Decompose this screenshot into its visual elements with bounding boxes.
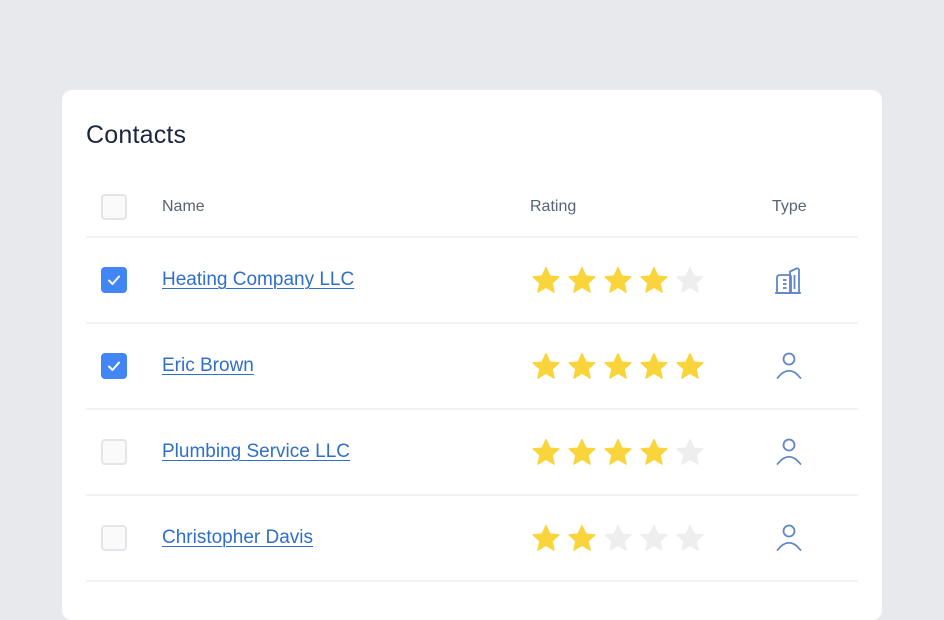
- contact-name-link[interactable]: Christopher Davis: [162, 527, 313, 548]
- star-empty-icon[interactable]: [674, 523, 706, 553]
- check-icon: [108, 361, 120, 371]
- select-all-checkbox[interactable]: [101, 194, 127, 220]
- star-filled-icon[interactable]: [602, 437, 634, 467]
- contacts-card: Contacts Name Rating Type Heating Compan…: [62, 90, 882, 620]
- star-filled-icon[interactable]: [530, 523, 562, 553]
- star-rating[interactable]: [530, 351, 706, 381]
- star-filled-icon[interactable]: [530, 265, 562, 295]
- star-filled-icon[interactable]: [638, 437, 670, 467]
- star-empty-icon[interactable]: [602, 523, 634, 553]
- row-checkbox[interactable]: [101, 525, 127, 551]
- table-row: Heating Company LLC: [86, 238, 858, 324]
- check-icon: [108, 275, 120, 285]
- column-header-rating[interactable]: Rating: [530, 198, 576, 216]
- star-filled-icon[interactable]: [530, 351, 562, 381]
- table-row: Plumbing Service LLC: [86, 410, 858, 496]
- star-filled-icon[interactable]: [566, 437, 598, 467]
- star-rating[interactable]: [530, 265, 706, 295]
- star-filled-icon[interactable]: [602, 265, 634, 295]
- person-icon: [776, 438, 802, 465]
- star-filled-icon[interactable]: [638, 265, 670, 295]
- star-filled-icon[interactable]: [638, 351, 670, 381]
- star-empty-icon[interactable]: [674, 265, 706, 295]
- contacts-table: Name Rating Type Heating Company LLC Eric…: [86, 178, 858, 582]
- star-empty-icon[interactable]: [638, 523, 670, 553]
- contact-name-link[interactable]: Eric Brown: [162, 355, 254, 376]
- row-checkbox[interactable]: [101, 267, 127, 293]
- row-checkbox[interactable]: [101, 353, 127, 379]
- page-title: Contacts: [86, 121, 187, 149]
- table-body: Heating Company LLC Eric Brown Plumbing Se…: [86, 238, 858, 582]
- star-filled-icon[interactable]: [566, 351, 598, 381]
- star-filled-icon[interactable]: [530, 437, 562, 467]
- column-header-name[interactable]: Name: [162, 198, 205, 216]
- table-row: Eric Brown: [86, 324, 858, 410]
- building-icon: [775, 267, 801, 294]
- star-filled-icon[interactable]: [566, 523, 598, 553]
- star-filled-icon[interactable]: [602, 351, 634, 381]
- contact-name-link[interactable]: Heating Company LLC: [162, 269, 354, 290]
- person-icon: [776, 524, 802, 551]
- contact-name-link[interactable]: Plumbing Service LLC: [162, 441, 350, 462]
- person-icon: [776, 352, 802, 379]
- row-checkbox[interactable]: [101, 439, 127, 465]
- column-header-type[interactable]: Type: [772, 198, 807, 216]
- star-rating[interactable]: [530, 437, 706, 467]
- star-rating[interactable]: [530, 523, 706, 553]
- table-row: Christopher Davis: [86, 496, 858, 582]
- star-filled-icon[interactable]: [674, 351, 706, 381]
- star-filled-icon[interactable]: [566, 265, 598, 295]
- table-header: Name Rating Type: [86, 178, 858, 238]
- star-empty-icon[interactable]: [674, 437, 706, 467]
